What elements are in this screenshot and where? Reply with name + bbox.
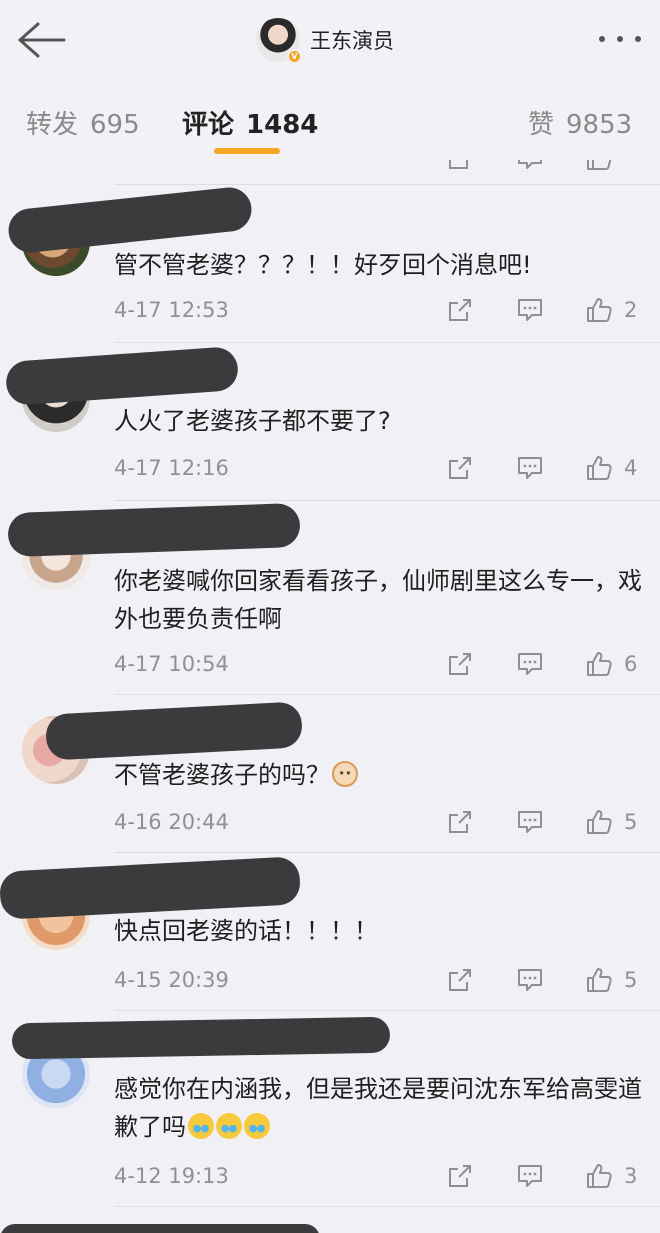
like-count: 6 xyxy=(624,652,638,676)
redacted-username xyxy=(7,502,301,558)
like-icon[interactable] xyxy=(585,650,613,678)
verified-badge: V xyxy=(287,49,302,64)
comment-date: 4-12 19:13 xyxy=(114,1164,229,1188)
tab-reposts[interactable]: 转发 695 xyxy=(26,104,140,140)
comment-date: 4-17 12:16 xyxy=(114,456,229,480)
redacted-username xyxy=(0,856,302,920)
divider xyxy=(114,1206,660,1207)
comment-icon[interactable] xyxy=(516,966,544,994)
share-icon[interactable] xyxy=(446,296,474,324)
like-icon[interactable] xyxy=(585,454,613,482)
active-tab-indicator xyxy=(214,148,280,154)
like-count: 3 xyxy=(624,1164,638,1188)
comment-icon[interactable] xyxy=(516,160,544,172)
comment-icon[interactable] xyxy=(516,808,544,836)
username[interactable]: 王东演员 xyxy=(310,25,394,55)
redacted-username xyxy=(44,701,304,761)
profile-header[interactable]: V 王东演员 xyxy=(256,16,394,64)
comment-icon[interactable] xyxy=(516,1162,544,1190)
divider xyxy=(114,852,660,853)
crying-emoji-icon xyxy=(188,1113,214,1139)
crying-emoji-icon xyxy=(244,1113,270,1139)
like-icon[interactable] xyxy=(585,1162,613,1190)
share-icon[interactable] xyxy=(446,808,474,836)
tab-label: 转发 xyxy=(26,110,79,140)
more-dots-icon[interactable] xyxy=(596,32,644,46)
tab-label: 评论 xyxy=(182,110,235,140)
share-icon[interactable] xyxy=(446,650,474,678)
cat-emoji-icon xyxy=(332,761,358,787)
like-icon[interactable] xyxy=(585,160,613,172)
comment-text: 你老婆喊你回家看看孩子，仙师剧里这么专一，戏外也要负责任啊 xyxy=(114,567,642,633)
tab-count: 1484 xyxy=(246,110,319,140)
comment-list[interactable]: 管不管老婆？？？！！好歹回个消息吧! 4-17 12:53 2 人火了老婆孩子都… xyxy=(0,160,660,1233)
share-icon[interactable] xyxy=(446,1162,474,1190)
redacted-username xyxy=(4,345,240,407)
avatar[interactable]: V xyxy=(256,18,302,64)
redacted-username xyxy=(0,1224,320,1233)
share-icon[interactable] xyxy=(446,454,474,482)
like-count: 4 xyxy=(624,456,638,480)
divider xyxy=(114,500,660,501)
redacted-username xyxy=(11,1016,391,1060)
arrow-left-icon[interactable] xyxy=(16,20,68,60)
comment-text: 管不管老婆？？？！！好歹回个消息吧! xyxy=(114,251,532,279)
like-count: 5 xyxy=(624,810,638,834)
tab-bar: 转发 695 评论 1484 赞 9853 xyxy=(0,80,660,160)
redacted-username xyxy=(6,185,254,255)
comment-date: 4-15 20:39 xyxy=(114,968,229,992)
previous-comment-actions xyxy=(0,160,660,168)
comment-text: 人火了老婆孩子都不要了? xyxy=(114,407,391,435)
comment-icon[interactable] xyxy=(516,296,544,324)
tab-label: 赞 xyxy=(528,110,555,140)
comment-text: 不管老婆孩子的吗？ xyxy=(114,761,330,789)
comment-text-block: 感觉你在内涵我，但是我还是要问沈东军给高雯道歉了吗 xyxy=(114,1070,644,1146)
tab-count: 695 xyxy=(90,110,140,140)
divider xyxy=(114,342,660,343)
tab-likes[interactable]: 赞 9853 xyxy=(528,104,632,140)
comment-date: 4-16 20:44 xyxy=(114,810,229,834)
like-icon[interactable] xyxy=(585,296,613,324)
like-count: 2 xyxy=(624,298,638,322)
like-icon[interactable] xyxy=(585,808,613,836)
like-count: 5 xyxy=(624,968,638,992)
divider xyxy=(114,184,660,185)
divider xyxy=(114,694,660,695)
comment-text-row: 不管老婆孩子的吗？ xyxy=(114,756,644,794)
like-icon[interactable] xyxy=(585,966,613,994)
comment-text: 快点回老婆的话！！！！ xyxy=(114,917,378,945)
crying-emoji-icon xyxy=(216,1113,242,1139)
share-icon[interactable] xyxy=(446,160,474,172)
comment-icon[interactable] xyxy=(516,454,544,482)
tab-count: 9853 xyxy=(566,110,633,140)
comment-date: 4-17 12:53 xyxy=(114,298,229,322)
share-icon[interactable] xyxy=(446,966,474,994)
divider xyxy=(114,1010,660,1011)
comment-icon[interactable] xyxy=(516,650,544,678)
tab-comments[interactable]: 评论 1484 xyxy=(182,104,318,140)
top-bar: V 王东演员 xyxy=(0,0,660,80)
comment-date: 4-17 10:54 xyxy=(114,652,229,676)
